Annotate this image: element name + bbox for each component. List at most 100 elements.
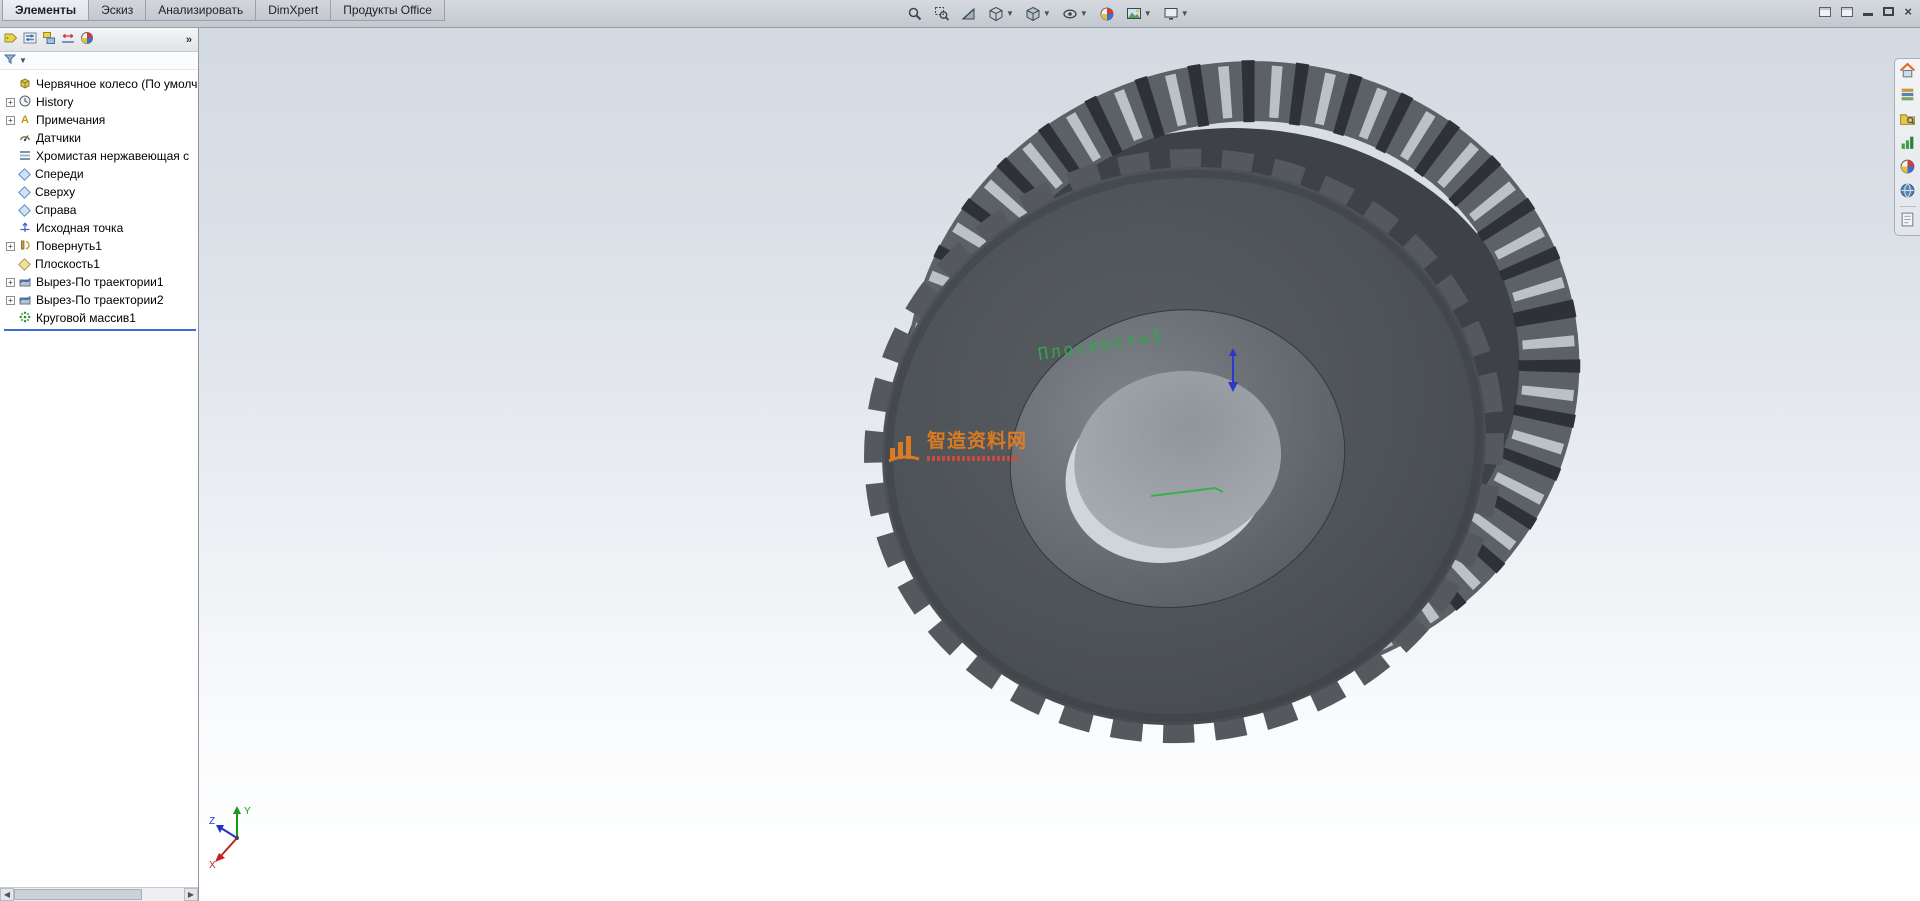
scrollbar-thumb[interactable]: [14, 889, 142, 900]
panel-horizontal-scrollbar: ◀ ▶: [0, 887, 198, 901]
watermark-logo-icon: [887, 432, 921, 464]
appearances-icon[interactable]: [1899, 158, 1916, 178]
tab-dimxpert[interactable]: DimXpert: [255, 0, 331, 21]
tree-item-sensors[interactable]: Датчики: [2, 129, 198, 147]
tree-item-part-root[interactable]: Червячное колесо (По умолча: [2, 75, 198, 93]
material-icon: [18, 148, 32, 165]
task-pane: [1894, 58, 1920, 236]
display-style-icon[interactable]: ▼: [1023, 5, 1053, 23]
expand-icon[interactable]: +: [6, 116, 15, 125]
history-icon: [18, 94, 32, 111]
tree-item-label: Исходная точка: [36, 221, 123, 235]
restore-button[interactable]: [1883, 7, 1894, 16]
tree-filter-row: ▼: [0, 52, 198, 70]
section-view-icon[interactable]: [959, 5, 979, 23]
custom-properties-icon[interactable]: [1899, 211, 1916, 231]
tree-item-circular-pattern1[interactable]: Круговой массив1: [2, 309, 198, 327]
tree-item-right-plane[interactable]: Справа: [2, 201, 198, 219]
expand-icon[interactable]: +: [6, 278, 15, 287]
command-manager-bar: Элементы Эскиз Анализировать DimXpert Пр…: [0, 0, 1920, 28]
close-button[interactable]: ×: [1904, 5, 1912, 18]
tree-item-label: Сверху: [35, 185, 75, 199]
watermark-subtitle-strip: [927, 456, 1019, 461]
zoom-fit-icon[interactable]: [905, 5, 925, 23]
apply-scene-icon[interactable]: ▼: [1124, 5, 1154, 23]
dropdown-caret[interactable]: ▼: [1080, 10, 1088, 18]
part-icon: [18, 76, 32, 93]
plane-icon: [18, 204, 31, 217]
rollback-bar[interactable]: [4, 329, 196, 331]
displaymanager-tab-icon[interactable]: [79, 30, 95, 49]
tree-item-label: Плоскость1: [35, 257, 100, 271]
dropdown-caret[interactable]: ▼: [1144, 10, 1152, 18]
tree-item-label: Повернуть1: [36, 239, 102, 253]
dropdown-caret[interactable]: ▼: [1043, 10, 1051, 18]
task-pane-divider: [1900, 206, 1916, 207]
tab-office-products[interactable]: Продукты Office: [330, 0, 445, 21]
tree-item-sweep-cut1[interactable]: + Вырез-По траектории1: [2, 273, 198, 291]
viewport-3d[interactable]: Плоскость1: [199, 28, 1920, 901]
tree-item-label: Вырез-По траектории1: [36, 275, 164, 289]
resources-home-icon[interactable]: [1899, 62, 1916, 82]
tree-item-label: Хромистая нержавеющая с: [36, 149, 189, 163]
tab-sketch[interactable]: Эскиз: [88, 0, 146, 21]
expand-icon[interactable]: +: [6, 242, 15, 251]
configurationmanager-tab-icon[interactable]: [41, 30, 57, 49]
expand-icon[interactable]: +: [6, 296, 15, 305]
triad-y-label: Y: [244, 806, 251, 817]
document-window-icon[interactable]: [1819, 7, 1831, 17]
propertymanager-tab-icon[interactable]: [22, 30, 38, 49]
tree-item-annotations[interactable]: + A Примечания: [2, 111, 198, 129]
graphics-area[interactable]: Плоскость1 智造资料网 Y: [199, 28, 1920, 901]
scene-icon[interactable]: [1899, 182, 1916, 202]
gear-model[interactable]: [817, 34, 1614, 780]
dropdown-caret[interactable]: ▼: [1006, 10, 1014, 18]
feature-tree: Червячное колесо (По умолча + History + …: [0, 70, 198, 331]
view-orientation-icon[interactable]: ▼: [986, 5, 1016, 23]
tree-item-material[interactable]: Хромистая нержавеющая с: [2, 147, 198, 165]
tree-item-revolve1[interactable]: + Повернуть1: [2, 237, 198, 255]
tree-item-label: Датчики: [36, 131, 81, 145]
file-explorer-icon[interactable]: [1899, 110, 1916, 130]
dropdown-caret[interactable]: ▼: [1181, 10, 1189, 18]
tree-item-origin[interactable]: Исходная точка: [2, 219, 198, 237]
hide-show-items-icon[interactable]: ▼: [1060, 5, 1090, 23]
tree-item-top-plane[interactable]: Сверху: [2, 183, 198, 201]
tree-item-plane1[interactable]: Плоскость1: [2, 255, 198, 273]
tree-item-label: Круговой массив1: [36, 311, 136, 325]
triad-z-label: Z: [209, 816, 215, 827]
edit-appearance-icon[interactable]: [1097, 5, 1117, 23]
view-palette-icon[interactable]: [1899, 134, 1916, 154]
tab-evaluate[interactable]: Анализировать: [145, 0, 256, 21]
tree-item-label: Вырез-По траектории2: [36, 293, 164, 307]
minimize-button[interactable]: [1863, 13, 1873, 16]
triad-x-label: X: [209, 860, 216, 870]
tree-item-label: History: [36, 95, 73, 109]
document-window-icon-2[interactable]: [1841, 7, 1853, 17]
zoom-area-icon[interactable]: [932, 5, 952, 23]
tab-elements[interactable]: Элементы: [2, 0, 89, 21]
panel-overflow-chevron[interactable]: »: [183, 34, 195, 46]
dimxpertmanager-tab-icon[interactable]: [60, 30, 76, 49]
revolve-feature-icon: [18, 238, 32, 255]
tree-item-label: Справа: [35, 203, 76, 217]
expand-icon[interactable]: +: [6, 98, 15, 107]
scroll-right-icon[interactable]: ▶: [184, 888, 198, 901]
tree-item-label: Примечания: [36, 113, 105, 127]
scrollbar-track[interactable]: [142, 888, 184, 901]
sweep-cut-icon: [18, 274, 32, 291]
circular-pattern-icon: [18, 310, 32, 327]
tree-item-history[interactable]: + History: [2, 93, 198, 111]
tree-item-sweep-cut2[interactable]: + Вырез-По траектории2: [2, 291, 198, 309]
view-settings-icon[interactable]: ▼: [1161, 5, 1191, 23]
filter-icon[interactable]: [3, 52, 17, 69]
tree-item-front-plane[interactable]: Спереди: [2, 165, 198, 183]
featuremanager-tab-icon[interactable]: [3, 30, 19, 49]
plane-icon: [18, 186, 31, 199]
ref-plane-icon: [18, 258, 31, 271]
orientation-triad: Y X Z: [207, 800, 271, 870]
scroll-left-icon[interactable]: ◀: [0, 888, 14, 901]
filter-dropdown-caret[interactable]: ▼: [19, 57, 27, 65]
sensors-icon: [18, 130, 32, 147]
design-library-icon[interactable]: [1899, 86, 1916, 106]
